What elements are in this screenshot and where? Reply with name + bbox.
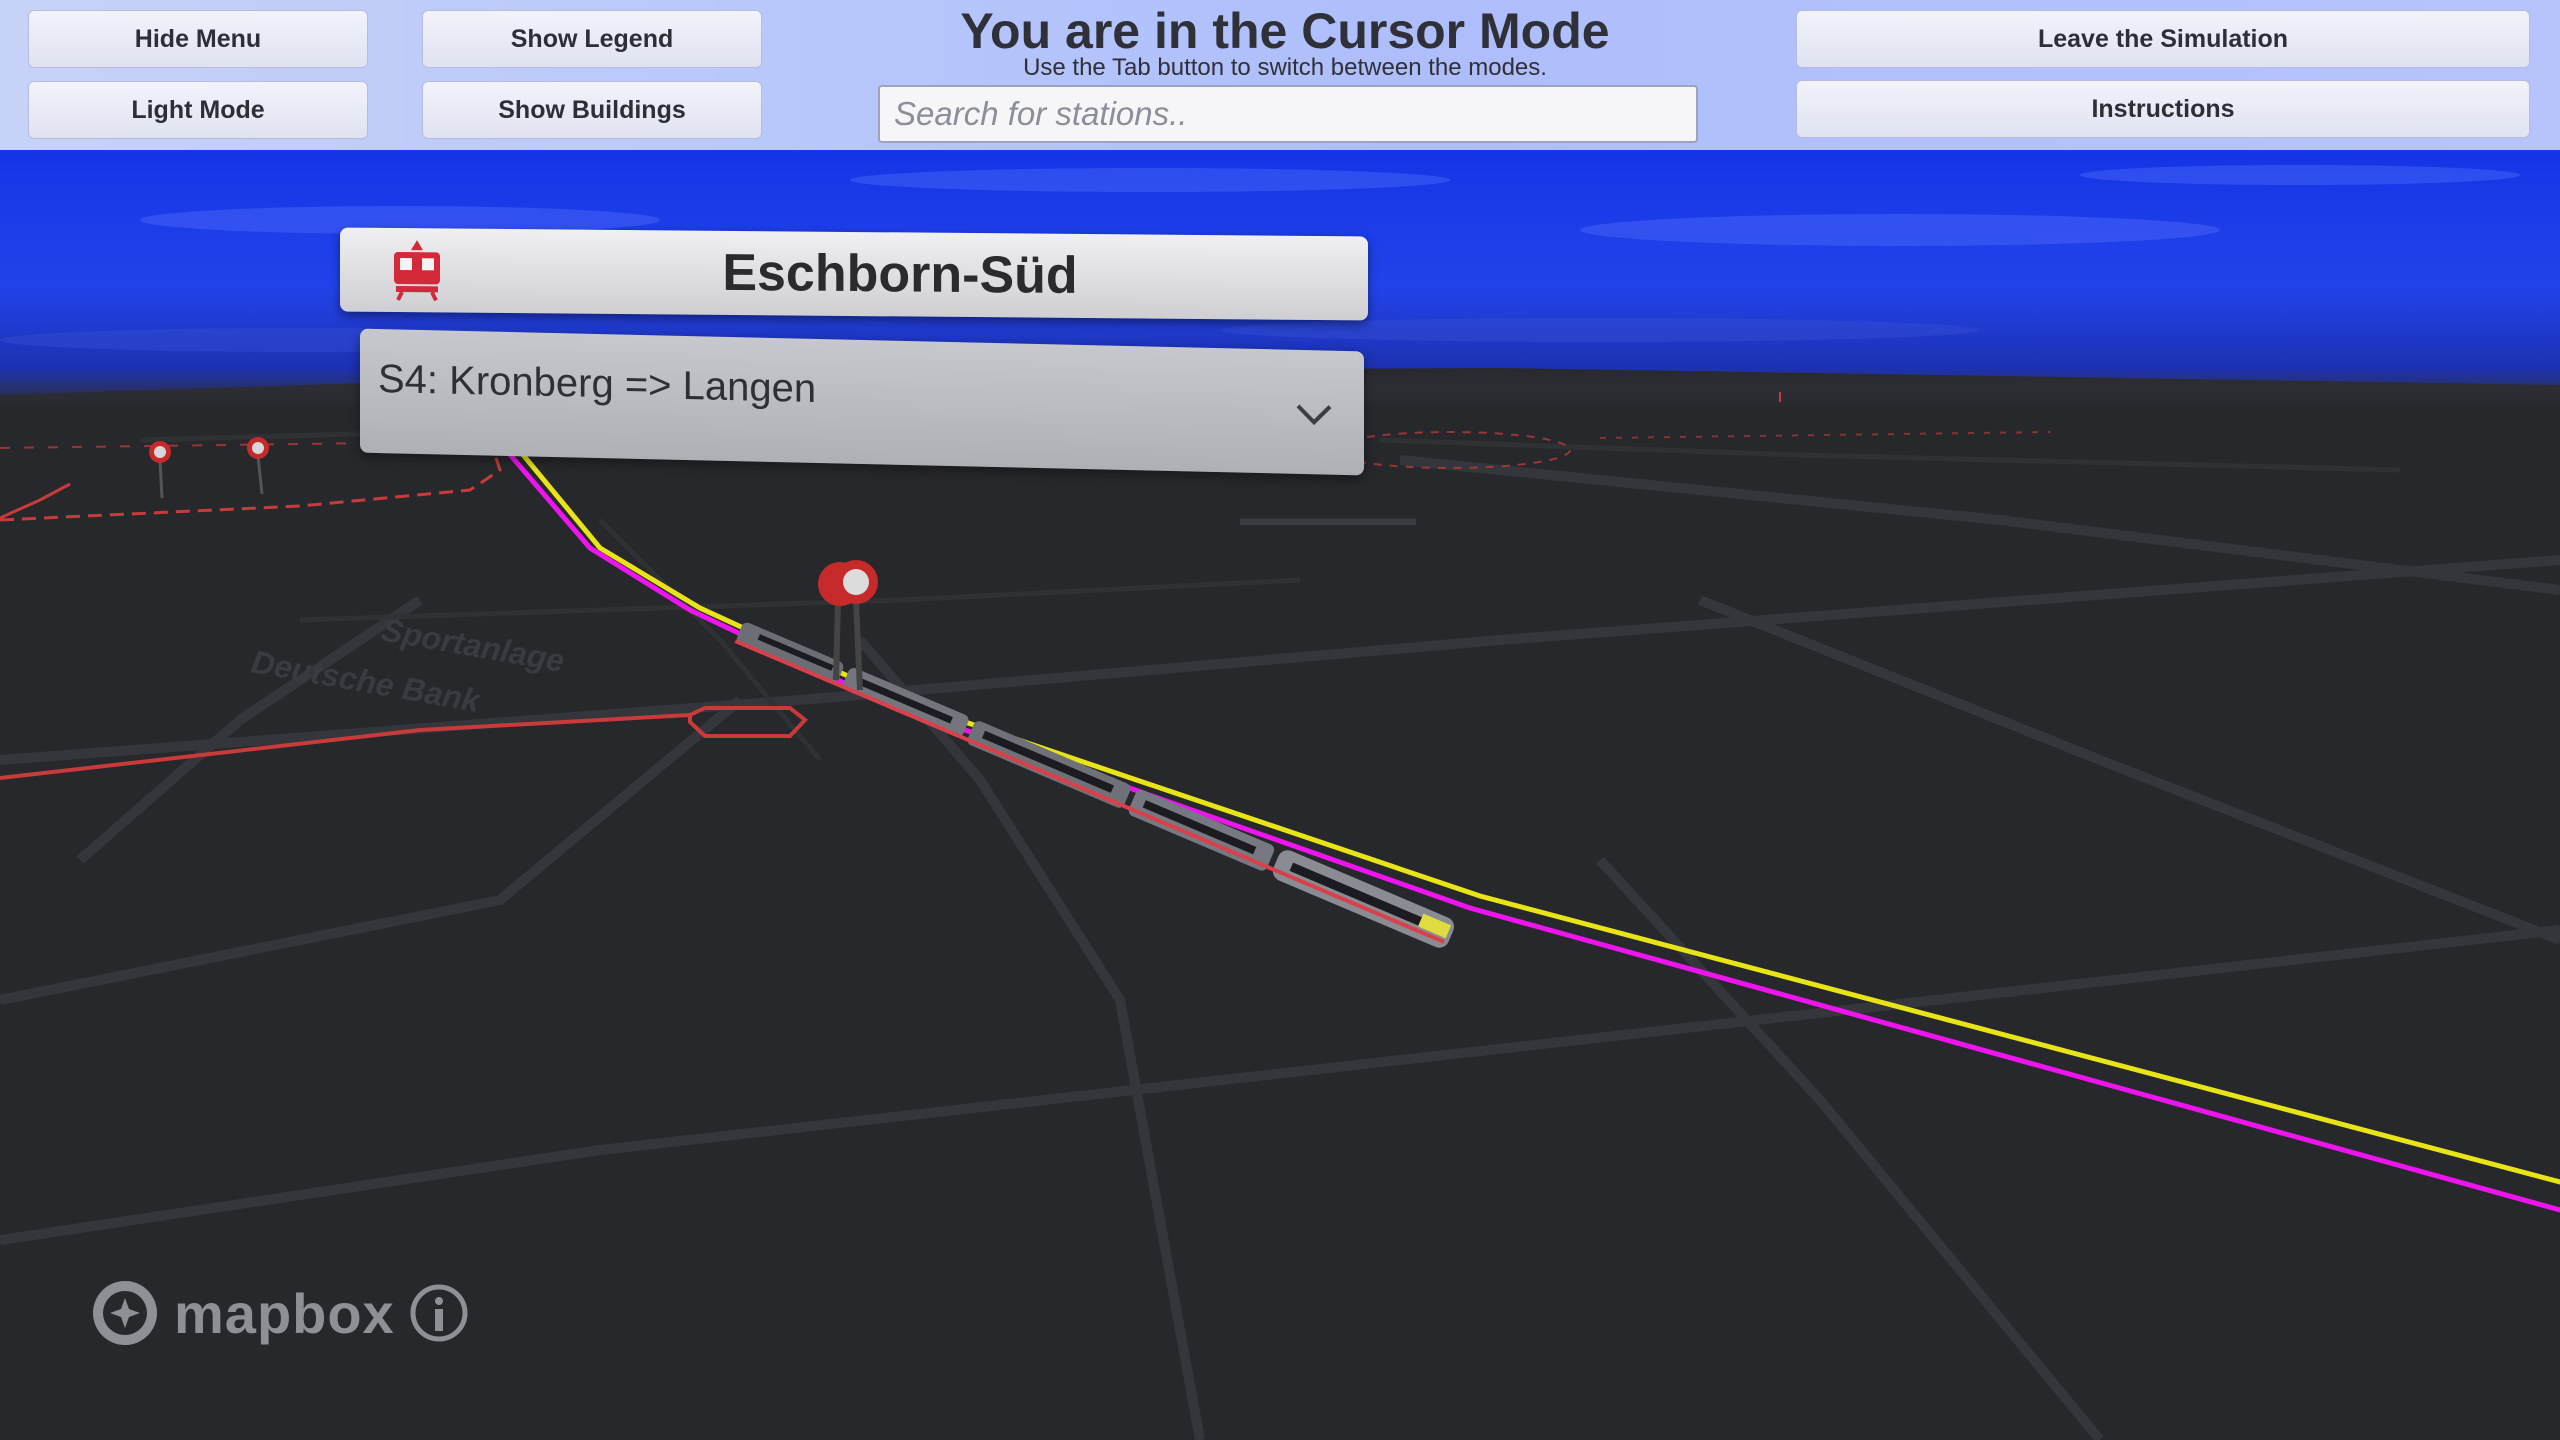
station-name: Eschborn-Süd <box>722 243 1078 305</box>
area-label-far: ▬▬▬▬▬▬▬▬ <box>1240 505 1416 530</box>
instructions-button[interactable]: Instructions <box>1796 80 2530 138</box>
mapbox-logo-icon[interactable] <box>90 1278 160 1348</box>
line-dropdown[interactable]: S4: Kronberg => Langen <box>360 328 1364 476</box>
info-icon[interactable] <box>409 1283 469 1343</box>
chevron-down-icon[interactable] <box>1294 402 1334 429</box>
line-dropdown-value: S4: Kronberg => Langen <box>378 357 817 411</box>
show-legend-button[interactable]: Show Legend <box>422 10 762 68</box>
menu-bar: Hide Menu Light Mode Show Legend Show Bu… <box>0 0 2560 150</box>
station-panel: Eschborn-Süd <box>340 227 1368 321</box>
leave-simulation-button[interactable]: Leave the Simulation <box>1796 10 2530 68</box>
map-scene[interactable]: Sportanlage Deutsche Bank ▬▬▬▬▬▬▬▬ <box>0 0 2560 1440</box>
mapbox-wordmark: mapbox <box>174 1281 395 1345</box>
show-buildings-button[interactable]: Show Buildings <box>422 81 762 139</box>
hide-menu-button[interactable]: Hide Menu <box>28 10 368 68</box>
mapbox-attribution: mapbox <box>90 1278 469 1348</box>
light-mode-button[interactable]: Light Mode <box>28 81 368 139</box>
mode-title: You are in the Cursor Mode <box>960 3 1610 59</box>
station-search-input[interactable] <box>878 85 1698 143</box>
mode-subtitle: Use the Tab button to switch between the… <box>1023 54 1547 81</box>
